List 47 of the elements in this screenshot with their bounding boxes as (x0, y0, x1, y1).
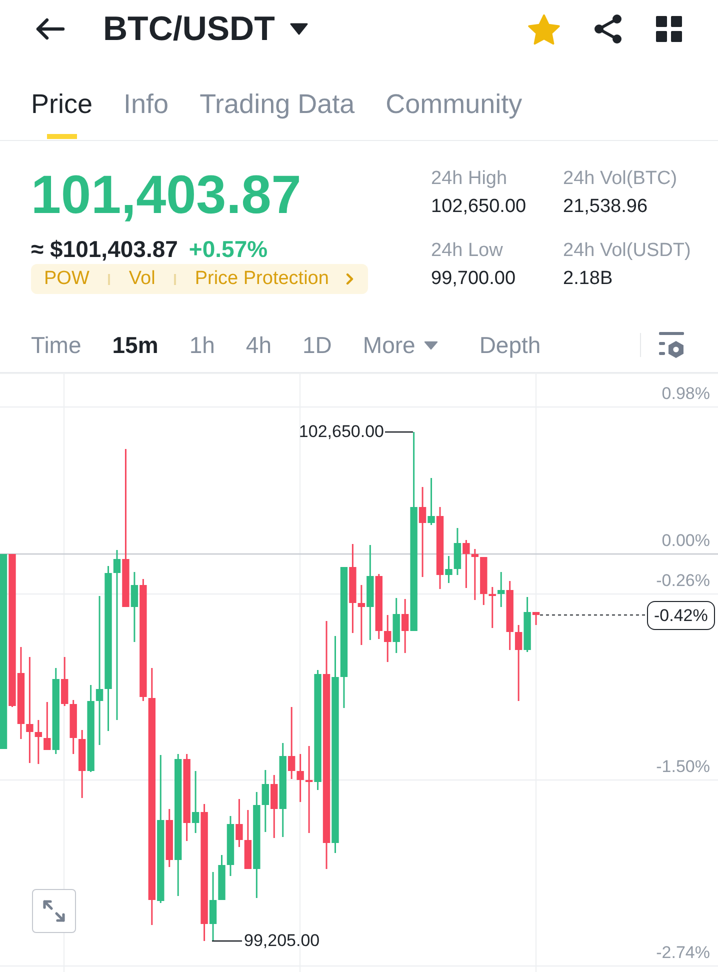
stat-value: 2.18B (563, 267, 614, 291)
more-dropdown[interactable]: More (362, 331, 438, 359)
axis-label: 0.00% (662, 531, 710, 551)
interval-tab[interactable]: Depth (479, 331, 541, 359)
axis-label: 0.98% (662, 384, 710, 404)
interval-tab[interactable]: 1D (302, 331, 332, 359)
chart-settings-icon[interactable] (659, 332, 685, 358)
axis-label: -1.50% (656, 757, 710, 777)
interval-tab[interactable]: 4h (246, 331, 272, 359)
stat-label: 24h High (431, 167, 508, 191)
tag: Vol (128, 268, 156, 290)
tag: POW (44, 268, 90, 290)
star-icon[interactable] (528, 14, 560, 44)
price-change: +0.57% (188, 237, 268, 261)
leader-line (385, 431, 413, 433)
pair-selector[interactable]: BTC/USDT (103, 9, 308, 49)
interval-tab[interactable]: 1h (189, 331, 215, 359)
interval-tab[interactable]: Time (31, 331, 82, 359)
tag-bar[interactable]: POW Vol Price Protection (31, 264, 368, 294)
fiat-value: ≈ $101,403.87 (31, 237, 178, 261)
stat-label: 24h Vol(USDT) (563, 239, 691, 263)
stat-label: 24h Vol(BTC) (563, 167, 678, 191)
tab[interactable]: Trading Data (200, 58, 355, 139)
tag: Price Protection (194, 268, 329, 290)
tab[interactable]: Community (386, 58, 522, 139)
stat-value: 102,650.00 (431, 195, 528, 219)
leader-line (212, 940, 242, 942)
interval-tab[interactable]: 15m (112, 331, 158, 359)
axis-label: -2.74% (656, 943, 710, 963)
back-arrow-icon[interactable] (35, 18, 65, 40)
expand-button[interactable] (32, 889, 76, 933)
grid-icon[interactable] (656, 16, 682, 42)
tab[interactable]: Price (31, 58, 93, 139)
current-change-badge: -0.42% (647, 601, 715, 630)
caret-down-icon (290, 23, 308, 35)
chevron-right-icon (346, 273, 354, 285)
axis-label: -0.26% (656, 571, 710, 591)
tab[interactable]: Info (124, 58, 169, 139)
share-icon[interactable] (593, 13, 623, 45)
stat-value: 99,700.00 (431, 267, 517, 291)
last-price: 101,403.87 (31, 168, 302, 222)
stat-value: 21,538.96 (563, 195, 649, 219)
low-price-label: 99,205.00 (244, 931, 320, 951)
expand-arrows-icon (42, 899, 66, 923)
stat-label: 24h Low (431, 239, 504, 263)
caret-down-icon (424, 340, 438, 350)
high-price-label: 102,650.00 (298, 422, 384, 442)
